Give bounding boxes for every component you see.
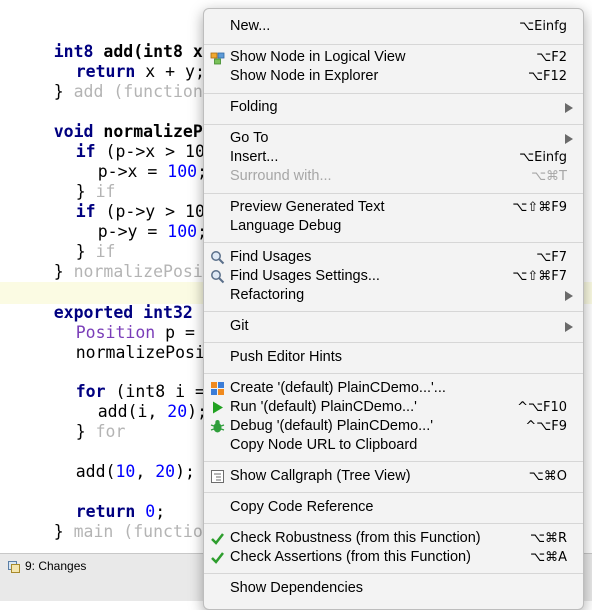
- menu-item-insert[interactable]: Insert... ⌥Einfg: [204, 148, 583, 167]
- code-line[interactable]: } if: [36, 222, 116, 261]
- code-line[interactable]: } normalizePositi: [14, 242, 223, 281]
- menu-separator: [204, 311, 583, 312]
- menu-separator: [204, 573, 583, 574]
- code-line[interactable]: p->y = 100;: [58, 202, 207, 241]
- code-line[interactable]: } main (function): [14, 502, 223, 541]
- menu-item-git[interactable]: Git: [204, 317, 583, 336]
- search-settings-icon: [210, 269, 225, 284]
- code-line[interactable]: p->x = 100;: [58, 142, 207, 181]
- code-line[interactable]: return x + y;: [36, 42, 205, 81]
- menu-item-show-dependencies[interactable]: Show Dependencies: [204, 579, 583, 598]
- code-line[interactable]: add(10, 20);: [36, 442, 195, 481]
- menu-separator: [204, 492, 583, 493]
- menu-separator: [204, 193, 583, 194]
- submenu-arrow-icon: [565, 103, 573, 113]
- check-icon: [210, 531, 225, 546]
- code-line[interactable]: } for: [36, 402, 126, 441]
- menu-separator: [204, 242, 583, 243]
- changes-icon: [8, 560, 20, 573]
- menu-item-check-robustness[interactable]: Check Robustness (from this Function) ⌥⌘…: [204, 529, 583, 548]
- menu-item-refactoring[interactable]: Refactoring: [204, 286, 583, 305]
- menu-separator: [204, 461, 583, 462]
- menu-item-surround-with: Surround with... ⌥⌘T: [230, 168, 567, 184]
- menu-item-show-node-explorer[interactable]: Show Node in Explorer ⌥F12: [204, 67, 583, 86]
- code-line[interactable]: return 0;: [36, 482, 165, 521]
- menu-item-folding[interactable]: Folding: [204, 98, 583, 117]
- code-line[interactable]: } add (function): [14, 62, 213, 101]
- check-icon: [210, 550, 225, 565]
- menu-item-show-node-logical-view[interactable]: Show Node in Logical View ⌥F2: [204, 48, 583, 67]
- context-menu: New... ⌥Einfg Show Node in Logical View …: [203, 8, 584, 610]
- menu-item-copy-node-url[interactable]: Copy Node URL to Clipboard: [204, 436, 583, 455]
- create-config-icon: [210, 381, 225, 396]
- menu-item-debug[interactable]: Debug '(default) PlainCDemo...' ^⌥F9: [204, 417, 583, 436]
- changes-tool-window-button[interactable]: 9: Changes: [8, 557, 86, 575]
- code-line[interactable]: normalizePositi: [36, 323, 225, 362]
- menu-item-create-config[interactable]: Create '(default) PlainCDemo...'...: [204, 379, 583, 398]
- menu-item-check-assertions[interactable]: Check Assertions (from this Function) ⌥⌘…: [204, 548, 583, 567]
- menu-item-push-editor-hints[interactable]: Push Editor Hints: [204, 348, 583, 367]
- debug-icon: [210, 419, 225, 434]
- code-line[interactable]: add(i, 20);: [58, 382, 207, 421]
- callgraph-icon: [210, 469, 225, 484]
- menu-separator: [204, 124, 583, 125]
- code-line[interactable]: exported int32 mai: [14, 283, 233, 322]
- submenu-arrow-icon: [565, 322, 573, 332]
- code-line[interactable]: for (int8 i = 0: [36, 362, 225, 401]
- menu-item-copy-code-reference[interactable]: Copy Code Reference: [204, 498, 583, 517]
- menu-item-show-callgraph[interactable]: Show Callgraph (Tree View) ⌥⌘O: [204, 467, 583, 486]
- logical-view-icon: [210, 50, 225, 65]
- changes-label: 9: Changes: [25, 559, 87, 573]
- menu-item-language-debug[interactable]: Language Debug: [204, 217, 583, 236]
- menu-item-preview-generated-text[interactable]: Preview Generated Text ⌥⇧⌘F9: [204, 198, 583, 217]
- run-icon: [210, 400, 225, 415]
- menu-separator: [204, 93, 583, 94]
- menu-separator: [204, 523, 583, 524]
- menu-item-run[interactable]: Run '(default) PlainCDemo...' ^⌥F10: [204, 398, 583, 417]
- search-icon: [210, 250, 225, 265]
- submenu-arrow-icon: [565, 134, 573, 144]
- menu-item-new[interactable]: New... ⌥Einfg: [204, 17, 583, 36]
- menu-item-go-to[interactable]: Go To: [204, 129, 583, 148]
- menu-item-find-usages-settings[interactable]: Find Usages Settings... ⌥⇧⌘F7: [204, 267, 583, 286]
- menu-separator: [204, 342, 583, 343]
- code-line[interactable]: void normalizePos: [14, 102, 223, 141]
- menu-separator: [204, 373, 583, 374]
- menu-separator: [204, 44, 583, 45]
- menu-item-find-usages[interactable]: Find Usages ⌥F7: [204, 248, 583, 267]
- submenu-arrow-icon: [565, 291, 573, 301]
- code-line[interactable]: } if: [36, 162, 116, 201]
